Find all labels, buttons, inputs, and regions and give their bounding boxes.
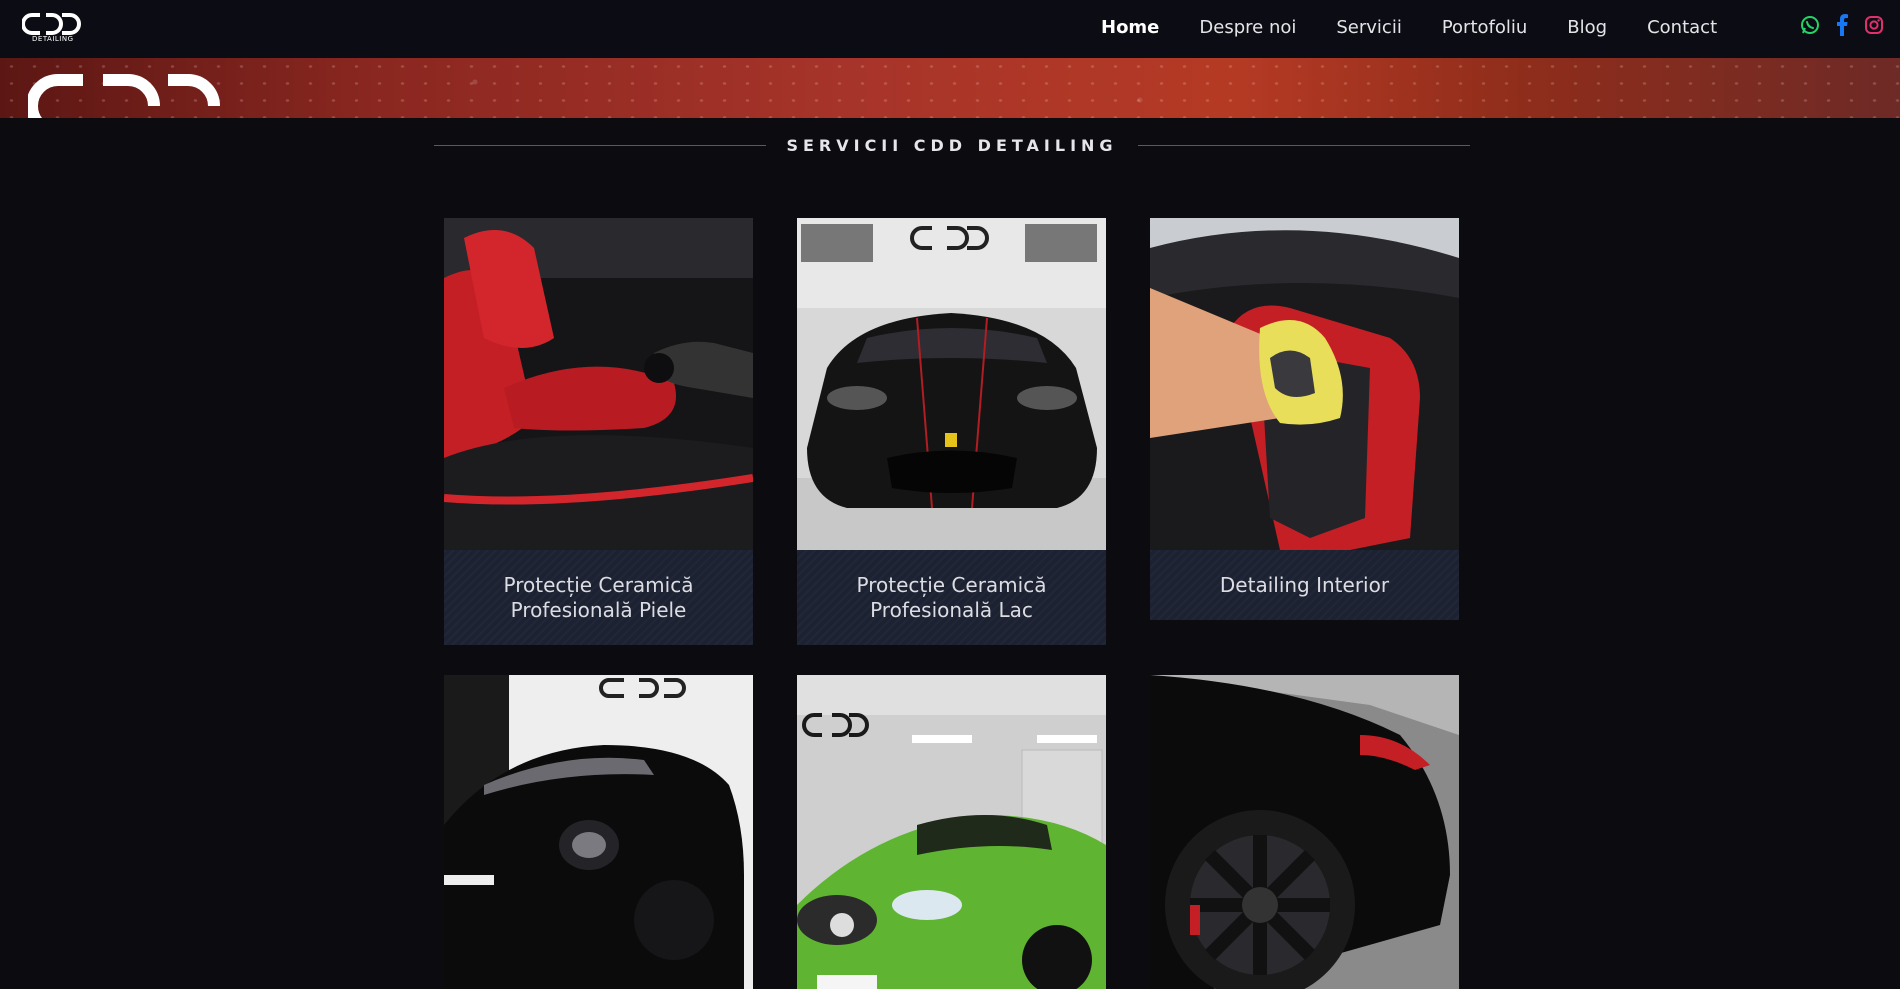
- service-title: Detailing Interior: [1150, 550, 1459, 620]
- brand-logo[interactable]: DETAILING: [22, 12, 84, 46]
- section-heading: SERVICII CDD DETAILING: [434, 134, 1470, 156]
- service-card[interactable]: [797, 675, 1106, 989]
- hero-banner-image: [0, 58, 1900, 118]
- instagram-icon[interactable]: [1864, 14, 1884, 36]
- banner-logo-icon: [28, 74, 220, 118]
- social-links: [1800, 14, 1884, 36]
- facebook-icon[interactable]: [1832, 14, 1852, 36]
- divider: [1137, 144, 1470, 146]
- service-card[interactable]: [444, 675, 753, 989]
- nav-item-home[interactable]: Home: [1101, 17, 1159, 38]
- service-image: [444, 675, 753, 989]
- section-title: SERVICII CDD DETAILING: [786, 135, 1118, 155]
- service-image: [797, 218, 1106, 550]
- service-image: [444, 218, 753, 550]
- service-title: Protecție Ceramică Profesională Piele: [444, 550, 753, 645]
- nav-item-blog[interactable]: Blog: [1567, 17, 1607, 38]
- service-image: [797, 675, 1106, 989]
- whatsapp-icon[interactable]: [1800, 14, 1820, 36]
- service-card[interactable]: Protecție Ceramică Profesională Lac: [797, 218, 1106, 645]
- service-card[interactable]: [1150, 675, 1459, 989]
- logo-subtext: DETAILING: [32, 35, 74, 43]
- nav-item-servicii[interactable]: Servicii: [1336, 17, 1401, 38]
- site-header: DETAILING Home Despre noi Servicii Porto…: [0, 0, 1900, 58]
- service-card[interactable]: Protecție Ceramică Profesională Piele: [444, 218, 753, 645]
- service-image: [1150, 675, 1459, 989]
- service-card[interactable]: Detailing Interior: [1150, 218, 1459, 620]
- main-nav: Home Despre noi Servicii Portofoliu Blog…: [1101, 0, 1757, 54]
- service-image: [1150, 218, 1459, 550]
- divider: [434, 144, 767, 146]
- logo-mark-icon: [22, 13, 81, 35]
- nav-item-despre-noi[interactable]: Despre noi: [1199, 17, 1296, 38]
- nav-item-portofoliu[interactable]: Portofoliu: [1442, 17, 1527, 38]
- nav-item-contact[interactable]: Contact: [1647, 17, 1717, 38]
- service-title: Protecție Ceramică Profesională Lac: [797, 550, 1106, 645]
